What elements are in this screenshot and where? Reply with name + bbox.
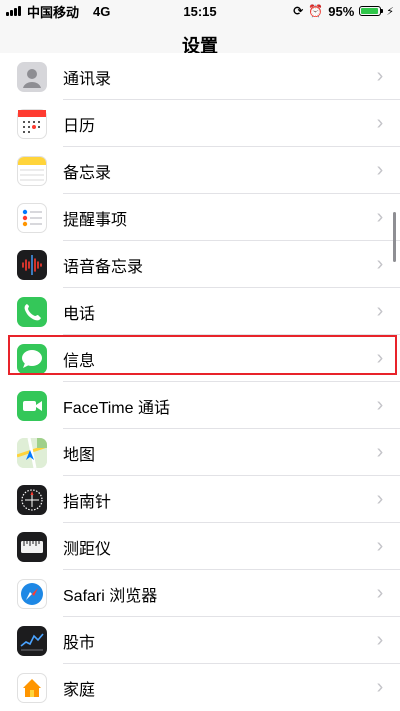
chevron-right-icon: › [376,488,384,510]
chevron-right-icon: › [376,582,384,604]
chevron-right-icon: › [376,629,384,651]
phone-icon [17,296,47,327]
settings-item-messages[interactable]: 信息 › [0,335,400,382]
settings-list: 通讯录 › 日历 › 备忘录 › 提醒事项 › 语音备忘录 › 电话 › 信息 … [0,53,400,711]
alarm-icon: ⏰ [308,4,324,18]
notes-icon [17,155,47,186]
settings-item-label: 语音备忘录 [63,258,144,276]
settings-item-calendar[interactable]: 日历 › [0,100,400,147]
settings-item-label: 地图 [63,446,96,464]
chevron-right-icon: › [376,394,384,416]
home-icon [17,672,47,703]
settings-item-label: 日历 [63,117,96,135]
reminders-icon [17,202,47,233]
settings-item-maps[interactable]: 地图 › [0,429,400,476]
settings-item-home[interactable]: 家庭 › [0,664,400,711]
safari-icon [17,578,47,609]
compass-icon [17,484,47,515]
orientation-lock-icon: ⟳ [293,4,304,18]
settings-item-reminders[interactable]: 提醒事项 › [0,194,400,241]
settings-item-label: 提醒事项 [63,211,128,229]
settings-item-stocks[interactable]: 股市 › [0,617,400,664]
charging-icon: ⚡ [386,5,394,18]
messages-icon [17,343,47,374]
settings-item-label: FaceTime 通话 [63,399,170,417]
stocks-icon [17,625,47,656]
chevron-right-icon: › [376,112,384,134]
settings-item-label: 电话 [63,305,96,323]
settings-item-measure[interactable]: 测距仪 › [0,523,400,570]
settings-item-label: 指南针 [63,493,112,511]
cellular-signal-icon [6,6,21,16]
carrier-name: 中国移动 [27,4,80,20]
settings-item-label: 通讯录 [63,70,112,88]
settings-item-label: 测距仪 [63,540,112,558]
settings-item-label: 家庭 [63,681,96,699]
settings-item-phone[interactable]: 电话 › [0,288,400,335]
settings-item-facetime[interactable]: FaceTime 通话 › [0,382,400,429]
settings-item-compass[interactable]: 指南针 › [0,476,400,523]
settings-item-label: 信息 [63,352,96,370]
settings-item-notes[interactable]: 备忘录 › [0,147,400,194]
chevron-right-icon: › [376,441,384,463]
chevron-right-icon: › [376,159,384,181]
chevron-right-icon: › [376,206,384,228]
chevron-right-icon: › [376,253,384,275]
battery-icon [359,6,384,16]
network-type: 4G [93,3,111,19]
chevron-right-icon: › [376,535,384,557]
measure-icon [17,531,47,562]
voice-memos-icon [17,249,47,280]
settings-item-contacts[interactable]: 通讯录 › [0,53,400,100]
chevron-right-icon: › [376,676,384,698]
calendar-icon [17,108,47,139]
chevron-right-icon: › [376,347,384,369]
scroll-indicator [393,212,396,262]
settings-item-label: Safari 浏览器 [63,587,158,605]
facetime-icon [17,390,47,421]
settings-item-safari[interactable]: Safari 浏览器 › [0,570,400,617]
battery-percent: 95% [328,3,355,19]
settings-item-label: 股市 [63,634,96,652]
contacts-icon [17,61,47,92]
status-bar: 中国移动 4G 15:15 ⟳ ⏰ 95% ⚡ [0,0,400,22]
maps-icon [17,437,47,468]
chevron-right-icon: › [376,300,384,322]
chevron-right-icon: › [376,65,384,87]
settings-item-label: 备忘录 [63,164,112,182]
settings-item-voice-memos[interactable]: 语音备忘录 › [0,241,400,288]
